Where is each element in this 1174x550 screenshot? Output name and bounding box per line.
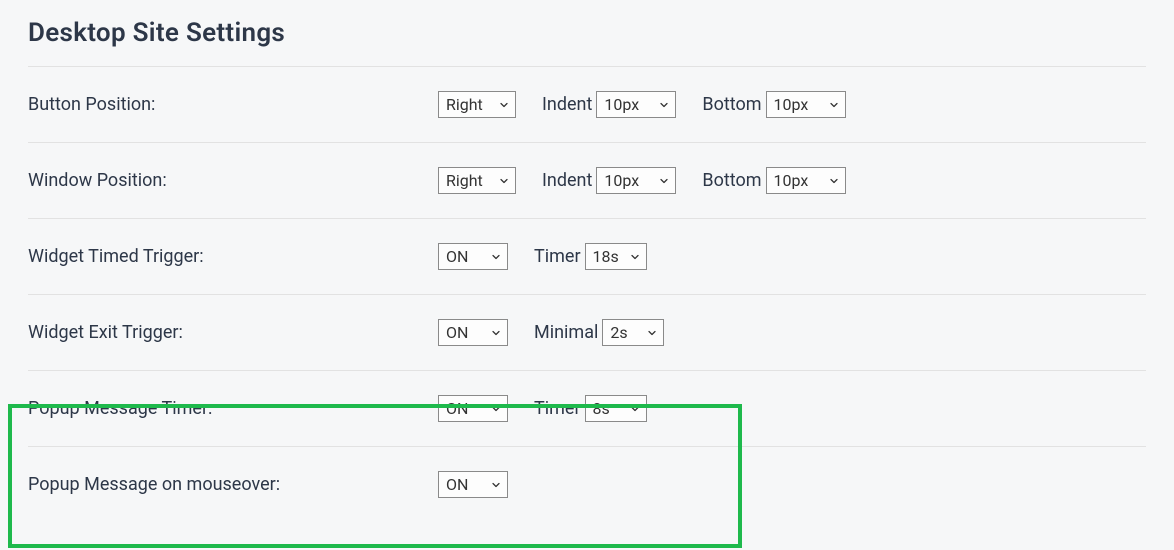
button-position-bottom-label: Bottom xyxy=(702,94,761,115)
page-title: Desktop Site Settings xyxy=(28,18,1146,48)
row-button-position: Button Position: Right Indent 10px Botto… xyxy=(28,67,1146,142)
row-popup-message-mouseover: Popup Message on mouseover: ON xyxy=(28,447,1146,522)
window-position-label: Window Position: xyxy=(28,170,438,191)
popup-message-timer-label: Popup Message Timer: xyxy=(28,398,438,419)
popup-message-timer-timer-select[interactable]: 8s xyxy=(585,395,647,422)
button-position-side-select[interactable]: Right xyxy=(438,91,516,118)
button-position-controls: Right Indent 10px Bottom 10px xyxy=(438,91,872,118)
popup-message-mouseover-label: Popup Message on mouseover: xyxy=(28,474,438,495)
popup-message-mouseover-state-select[interactable]: ON xyxy=(438,471,508,498)
button-position-indent-select[interactable]: 10px xyxy=(596,91,676,118)
popup-message-timer-timer-label: Timer xyxy=(534,398,581,419)
widget-timed-trigger-label: Widget Timed Trigger: xyxy=(28,246,438,267)
row-widget-exit-trigger: Widget Exit Trigger: ON Minimal 2s xyxy=(28,295,1146,370)
popup-message-mouseover-controls: ON xyxy=(438,471,534,498)
widget-exit-trigger-controls: ON Minimal 2s xyxy=(438,319,690,346)
widget-exit-trigger-state-select[interactable]: ON xyxy=(438,319,508,346)
window-position-bottom-select[interactable]: 10px xyxy=(766,167,846,194)
widget-timed-trigger-timer-select[interactable]: 18s xyxy=(585,243,647,270)
row-widget-timed-trigger: Widget Timed Trigger: ON Timer 18s xyxy=(28,219,1146,294)
popup-message-timer-controls: ON Timer 8s xyxy=(438,395,673,422)
widget-exit-trigger-minimal-label: Minimal xyxy=(534,322,598,343)
window-position-controls: Right Indent 10px Bottom 10px xyxy=(438,167,872,194)
button-position-label: Button Position: xyxy=(28,94,438,115)
widget-exit-trigger-minimal-select[interactable]: 2s xyxy=(602,319,664,346)
widget-timed-trigger-state-select[interactable]: ON xyxy=(438,243,508,270)
popup-message-timer-state-select[interactable]: ON xyxy=(438,395,508,422)
window-position-bottom-label: Bottom xyxy=(702,170,761,191)
button-position-indent-label: Indent xyxy=(542,94,592,115)
widget-timed-trigger-controls: ON Timer 18s xyxy=(438,243,673,270)
window-position-indent-select[interactable]: 10px xyxy=(596,167,676,194)
widget-exit-trigger-label: Widget Exit Trigger: xyxy=(28,322,438,343)
window-position-side-select[interactable]: Right xyxy=(438,167,516,194)
row-popup-message-timer: Popup Message Timer: ON Timer 8s xyxy=(28,371,1146,446)
row-window-position: Window Position: Right Indent 10px Botto… xyxy=(28,143,1146,218)
button-position-bottom-select[interactable]: 10px xyxy=(766,91,846,118)
window-position-indent-label: Indent xyxy=(542,170,592,191)
widget-timed-trigger-timer-label: Timer xyxy=(534,246,581,267)
